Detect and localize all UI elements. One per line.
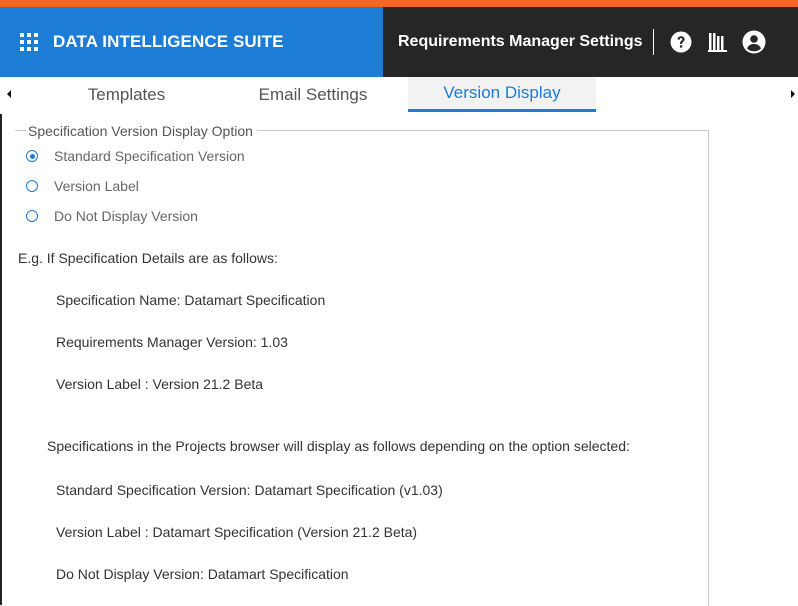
scroll-right-icon[interactable] [791,90,795,98]
display-example-standard: Standard Specification Version: Datamart… [56,482,443,498]
radio-unselected-icon[interactable] [26,180,38,192]
detail-rm-version: Requirements Manager Version: 1.03 [56,334,288,350]
radio-label: Version Label [54,178,139,194]
app-name: DATA INTELLIGENCE SUITE [53,32,284,51]
top-accent-bar [0,0,798,7]
tab-version-display[interactable]: Version Display [408,77,596,112]
panel-left-border [0,114,2,605]
display-intro: Specifications in the Projects browser w… [47,438,630,454]
detail-spec-name: Specification Name: Datamart Specificati… [56,292,326,308]
library-icon[interactable] [707,32,728,52]
user-icon[interactable] [742,30,766,54]
radio-label: Do Not Display Version [54,208,198,224]
radio-label: Standard Specification Version [54,148,245,164]
scroll-left-icon[interactable] [7,90,11,98]
brand-area: DATA INTELLIGENCE SUITE [0,7,383,77]
radio-do-not-display[interactable]: Do Not Display Version [26,208,198,224]
app-header: DATA INTELLIGENCE SUITE Requirements Man… [0,7,798,77]
radio-version-label[interactable]: Version Label [26,178,139,194]
display-example-label: Version Label : Datamart Specification (… [56,524,418,540]
grid-menu-icon[interactable] [20,33,38,51]
page-title: Requirements Manager Settings [398,33,643,50]
tab-email-settings[interactable]: Email Settings [218,77,408,112]
detail-version-label: Version Label : Version 21.2 Beta [56,376,264,392]
settings-tabs: Templates Email Settings Version Display [0,77,798,114]
radio-standard-version[interactable]: Standard Specification Version [26,148,245,164]
display-example-none: Do Not Display Version: Datamart Specifi… [56,566,349,582]
help-icon[interactable] [670,31,692,53]
tab-templates[interactable]: Templates [30,77,223,112]
example-intro: E.g. If Specification Details are as fol… [18,250,278,266]
header-toolbar: Requirements Manager Settings [383,7,798,77]
version-option-legend: Specification Version Display Option [26,123,257,139]
radio-selected-icon[interactable] [26,150,38,162]
radio-unselected-icon[interactable] [26,210,38,222]
header-divider [652,29,654,55]
